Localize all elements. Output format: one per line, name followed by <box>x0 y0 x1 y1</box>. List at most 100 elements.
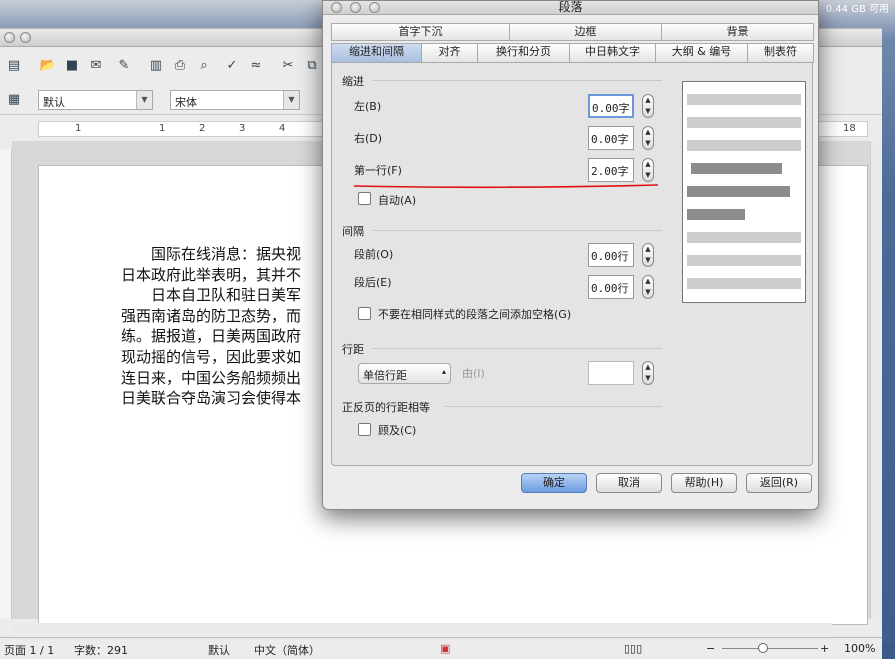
vertical-scrollbar[interactable] <box>870 141 882 619</box>
doc-line: 日美联合夺岛演习会使得本 <box>121 389 302 408</box>
tab-background[interactable]: 背景 <box>661 23 814 41</box>
font-name-combo[interactable]: 宋体 ▼ <box>170 90 300 110</box>
email-icon[interactable]: ✉ <box>86 55 106 75</box>
line-spacing-value: 单倍行距 <box>363 369 407 382</box>
print-icon[interactable]: ⎙ <box>170 55 190 75</box>
close-window-button[interactable] <box>4 32 15 43</box>
tab-borders[interactable]: 边框 <box>509 23 662 41</box>
ruler-number: 3 <box>239 123 246 134</box>
updown-arrow-icon: ▴ <box>441 367 446 376</box>
document-modified-icon: ▣ <box>440 642 451 655</box>
zoom-level[interactable]: 100% <box>844 642 875 655</box>
line-spacing-by-stepper[interactable]: ▲ ▼ <box>642 361 654 385</box>
close-dialog-button[interactable] <box>331 2 342 13</box>
spacing-after-stepper[interactable]: ▲ ▼ <box>642 275 654 299</box>
auto-indent-checkbox[interactable] <box>358 192 371 205</box>
help-button[interactable]: 帮助(H) <box>671 473 737 493</box>
indent-left-label: 左(B) <box>354 100 382 113</box>
reset-button[interactable]: 返回(R) <box>746 473 812 493</box>
page-indicator[interactable]: 页面 1 / 1 <box>4 642 54 658</box>
red-underline-annotation <box>353 184 659 189</box>
word-count[interactable]: 字数：291 <box>74 642 128 658</box>
tab-outline-numbering[interactable]: 大纲 & 编号 <box>655 43 748 63</box>
view-layout-icon[interactable]: ▯▯▯ <box>624 642 642 655</box>
minimize-window-button[interactable] <box>20 32 31 43</box>
doc-line: 现动摇的信号，因此要求如 <box>121 347 302 366</box>
horizontal-scrollbar[interactable] <box>12 623 832 633</box>
memory-status: 0.44 GB 可用 <box>825 4 889 15</box>
indent-left-input[interactable]: 0.00字 <box>588 94 634 118</box>
indent-heading: 缩进 <box>342 75 364 88</box>
language-indicator[interactable]: 中文（简体） <box>254 642 320 658</box>
spacing-heading: 间隔 <box>342 225 364 238</box>
doc-line: 日本政府此举表明，其并不 <box>121 265 302 284</box>
autospellcheck-icon[interactable]: ≈ <box>246 55 266 75</box>
status-bar: 页面 1 / 1 字数：291 默认 中文（简体） ▣ ▯▯▯ − + 100% <box>0 637 882 659</box>
indent-right-stepper[interactable]: ▲ ▼ <box>642 126 654 150</box>
ok-button[interactable]: 确定 <box>521 473 587 493</box>
paragraph-style-combo[interactable]: 默认 ▼ <box>38 90 153 110</box>
doc-line: 日本自卫队和驻日美军 <box>151 286 302 305</box>
spacing-before-input[interactable]: 0.00行 <box>588 243 634 267</box>
first-line-label: 第一行(F) <box>354 164 402 177</box>
cancel-button[interactable]: 取消 <box>596 473 662 493</box>
vertical-ruler[interactable] <box>0 149 12 619</box>
spacing-before-stepper[interactable]: ▲ ▼ <box>642 243 654 267</box>
open-folder-icon[interactable]: 📂 <box>38 55 58 75</box>
edit-file-icon[interactable]: ✎ <box>114 55 134 75</box>
zoom-dialog-button[interactable] <box>369 2 380 13</box>
chevron-down-icon[interactable]: ▼ <box>283 91 299 109</box>
line-spacing-by-label: 由(I) <box>462 367 485 380</box>
tab-row-lower: 缩进和间隔 对齐 换行和分页 中日韩文字 大纲 & 编号 制表符 <box>331 43 814 63</box>
spacing-after-input[interactable]: 0.00行 <box>588 275 634 299</box>
indent-left-stepper[interactable]: ▲ ▼ <box>642 94 654 118</box>
new-document-icon[interactable]: ▤ <box>4 55 24 75</box>
tab-drop-caps[interactable]: 首字下沉 <box>331 23 510 41</box>
preview-line <box>687 117 801 128</box>
separator <box>444 406 662 407</box>
first-line-input[interactable]: 2.00字 <box>588 158 634 182</box>
doc-line: 连日来，中国公务船频频出 <box>121 368 302 387</box>
activate-register-checkbox[interactable] <box>358 423 371 436</box>
tab-indents-spacing[interactable]: 缩进和间隔 <box>331 43 422 63</box>
copy-icon[interactable]: ⧉ <box>302 55 322 75</box>
spellcheck-icon[interactable]: ✓ <box>222 55 242 75</box>
line-spacing-by-input[interactable] <box>588 361 634 385</box>
ruler-number: 4 <box>279 123 286 134</box>
tab-tabs[interactable]: 制表符 <box>747 43 814 63</box>
auto-indent-label: 自动(A) <box>378 194 417 207</box>
tab-text-flow[interactable]: 换行和分页 <box>477 43 570 63</box>
indent-right-input[interactable]: 0.00字 <box>588 126 634 150</box>
first-line-stepper[interactable]: ▲ ▼ <box>642 158 654 182</box>
styles-icon[interactable]: ▦ <box>4 89 24 109</box>
print-preview-icon[interactable]: ⌕ <box>194 55 214 75</box>
doc-line: 强西南诸岛的防卫态势，而 <box>121 306 302 325</box>
zoom-slider-knob[interactable] <box>758 643 768 653</box>
preview-line <box>687 255 801 266</box>
zoom-slider[interactable] <box>722 648 818 649</box>
chevron-down-icon[interactable]: ▼ <box>136 91 152 109</box>
tab-row-upper: 首字下沉 边框 背景 <box>331 23 814 41</box>
tab-asian-typography[interactable]: 中日韩文字 <box>569 43 656 63</box>
export-pdf-icon[interactable]: ▥ <box>146 55 166 75</box>
no-space-same-style-checkbox[interactable] <box>358 307 371 320</box>
zoom-in-icon[interactable]: + <box>820 642 829 655</box>
preview-line <box>687 209 745 220</box>
line-spacing-select[interactable]: 单倍行距 ▴ <box>358 363 451 384</box>
minimize-dialog-button[interactable] <box>350 2 361 13</box>
separator <box>372 80 662 81</box>
dialog-title: 段落 <box>558 0 583 14</box>
dialog-titlebar: 段落 <box>323 1 818 15</box>
page-style[interactable]: 默认 <box>208 642 230 658</box>
paragraph-style-value: 默认 <box>43 96 65 109</box>
zoom-out-icon[interactable]: − <box>706 642 715 655</box>
ruler-number: 1 <box>159 123 166 134</box>
register-true-heading: 正反页的行距相等 <box>342 401 430 414</box>
save-icon[interactable]: ■ <box>62 55 82 75</box>
cut-icon[interactable]: ✂ <box>278 55 298 75</box>
preview-line <box>687 140 801 151</box>
tab-alignment[interactable]: 对齐 <box>421 43 478 63</box>
document-text[interactable]: 国际在线消息：据央视 日本政府此举表明，其并不 日本自卫队和驻日美军 强西南诸岛… <box>121 244 331 409</box>
spacing-after-label: 段后(E) <box>354 276 392 289</box>
preview-line <box>691 163 782 174</box>
